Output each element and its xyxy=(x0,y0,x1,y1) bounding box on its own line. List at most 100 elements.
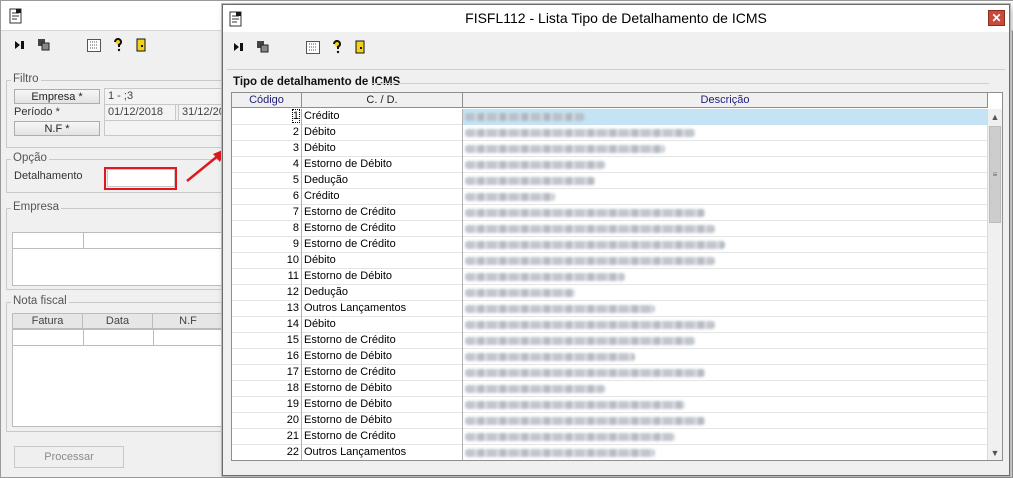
cell-descricao xyxy=(463,445,988,460)
cell-cd: Outros Lançamentos xyxy=(302,301,463,317)
cell-cd: Estorno de Crédito xyxy=(302,429,463,445)
cell-descricao xyxy=(463,205,988,221)
column-cd[interactable]: C. / D. xyxy=(302,93,463,108)
redacted-description xyxy=(465,145,665,153)
nf-field[interactable] xyxy=(104,120,224,136)
table-row[interactable]: 11 Estorno de Débito xyxy=(232,269,988,285)
redacted-description xyxy=(465,257,715,265)
dialog-title-bar[interactable]: FISFL112 - Lista Tipo de Detalhamento de… xyxy=(223,5,1009,32)
table-row[interactable]: 10 Débito xyxy=(232,253,988,269)
codigo-value: 11 xyxy=(287,270,299,282)
table-row[interactable]: 5 Dedução xyxy=(232,173,988,189)
redacted-description xyxy=(465,289,575,297)
run-icon[interactable] xyxy=(230,38,248,56)
table-row[interactable]: 21 Estorno de Crédito xyxy=(232,429,988,445)
help-icon[interactable] xyxy=(109,36,127,54)
table-row[interactable]: 18 Estorno de Débito xyxy=(232,381,988,397)
periodo-end-field[interactable]: 31/12/20 xyxy=(178,104,224,121)
table-row[interactable]: 17 Estorno de Crédito xyxy=(232,365,988,381)
calculator-icon[interactable] xyxy=(85,36,103,54)
codigo-value: 4 xyxy=(292,158,299,170)
table-row[interactable]: 20 Estorno de Débito xyxy=(232,413,988,429)
table-row[interactable]: 22 Outros Lançamentos xyxy=(232,445,988,460)
cell-cd: Outros Lançamentos xyxy=(302,445,463,460)
table-row[interactable]: 3 Débito xyxy=(232,141,988,157)
codigo-value: 18 xyxy=(286,382,299,394)
redacted-description xyxy=(465,401,685,409)
close-button[interactable]: ✕ xyxy=(988,10,1005,26)
table-row[interactable]: 13 Outros Lançamentos xyxy=(232,301,988,317)
empresa-field[interactable]: 1 - ;3 xyxy=(104,88,224,105)
help-icon[interactable] xyxy=(328,38,346,56)
table-row[interactable]: 6 Crédito xyxy=(232,189,988,205)
cell-cd: Estorno de Débito xyxy=(302,157,463,173)
detalhamento-table[interactable]: Código C. / D. Descrição 1 Crédito 2 Débito… xyxy=(231,92,1003,461)
cell-cd: Estorno de Débito xyxy=(302,381,463,397)
cell-codigo: 22 xyxy=(232,445,302,460)
cell-codigo: 20 xyxy=(232,413,302,429)
cell-descricao xyxy=(463,365,988,381)
run-icon[interactable] xyxy=(11,36,29,54)
cell-cd: Estorno de Débito xyxy=(302,349,463,365)
vertical-scrollbar[interactable]: ▲ ≡ ▼ xyxy=(987,109,1002,460)
cell-descricao xyxy=(463,413,988,429)
table-row[interactable]: 19 Estorno de Débito xyxy=(232,397,988,413)
cell-cd: Débito xyxy=(302,141,463,157)
scroll-up-icon[interactable]: ▲ xyxy=(988,109,1002,125)
cell-cd: Estorno de Crédito xyxy=(302,237,463,253)
processar-button[interactable]: Processar xyxy=(14,446,124,468)
cell-cd: Débito xyxy=(302,253,463,269)
table-row[interactable]: 2 Débito xyxy=(232,125,988,141)
scroll-down-icon[interactable]: ▼ xyxy=(988,445,1002,460)
cell-cd: Crédito xyxy=(302,189,463,205)
table-row[interactable]: 4 Estorno de Débito xyxy=(232,157,988,173)
cell-descricao xyxy=(463,317,988,333)
cell-codigo: 11 xyxy=(232,269,302,285)
cell-codigo: 16 xyxy=(232,349,302,365)
codigo-value: 6 xyxy=(292,190,299,202)
nf-lookup-button[interactable]: N.F * xyxy=(14,121,100,136)
cell-descricao xyxy=(463,301,988,317)
codigo-value: 20 xyxy=(286,414,299,426)
column-data[interactable]: Data xyxy=(83,314,153,328)
cell-cd: Estorno de Crédito xyxy=(302,333,463,349)
codigo-value: 16 xyxy=(286,350,299,362)
table-row[interactable]: 14 Débito xyxy=(232,317,988,333)
table-row[interactable]: 16 Estorno de Débito xyxy=(232,349,988,365)
table-row[interactable]: 7 Estorno de Crédito xyxy=(232,205,988,221)
empresa-grid[interactable] xyxy=(12,232,224,286)
cell-codigo: 18 xyxy=(232,381,302,397)
cell-descricao xyxy=(463,237,988,253)
table-row[interactable]: 8 Estorno de Crédito xyxy=(232,221,988,237)
codigo-value: 17 xyxy=(286,366,299,378)
cell-cd: Estorno de Crédito xyxy=(302,221,463,237)
column-nf[interactable]: N.F xyxy=(153,314,223,328)
exit-door-icon[interactable] xyxy=(352,38,370,56)
periodo-start-field[interactable]: 01/12/2018 xyxy=(104,104,176,121)
cell-codigo: 12 xyxy=(232,285,302,301)
column-fatura[interactable]: Fatura xyxy=(13,314,83,328)
calculator-icon[interactable] xyxy=(304,38,322,56)
cell-descricao xyxy=(463,269,988,285)
column-codigo[interactable]: Código xyxy=(232,93,302,108)
table-row[interactable]: 15 Estorno de Crédito xyxy=(232,333,988,349)
table-header: Código C. / D. Descrição xyxy=(232,93,988,108)
nota-fiscal-grid[interactable] xyxy=(12,329,224,427)
copy-icon[interactable] xyxy=(35,36,53,54)
codigo-value: 3 xyxy=(292,142,299,154)
empresa-lookup-button[interactable]: Empresa * xyxy=(14,89,100,104)
copy-icon[interactable] xyxy=(254,38,272,56)
background-toolbar xyxy=(11,36,157,54)
exit-door-icon[interactable] xyxy=(133,36,151,54)
codigo-value: 21 xyxy=(286,430,299,442)
redacted-description xyxy=(465,353,635,361)
dialog-toolbar xyxy=(230,38,376,56)
empresa-group-label: Empresa xyxy=(11,201,62,213)
column-descricao[interactable]: Descrição xyxy=(463,93,988,108)
scroll-thumb[interactable]: ≡ xyxy=(989,126,1001,223)
table-row[interactable]: 12 Dedução xyxy=(232,285,988,301)
cell-codigo: 7 xyxy=(232,205,302,221)
table-row[interactable]: 1 Crédito xyxy=(232,109,988,125)
redacted-description xyxy=(465,449,655,457)
table-row[interactable]: 9 Estorno de Crédito xyxy=(232,237,988,253)
